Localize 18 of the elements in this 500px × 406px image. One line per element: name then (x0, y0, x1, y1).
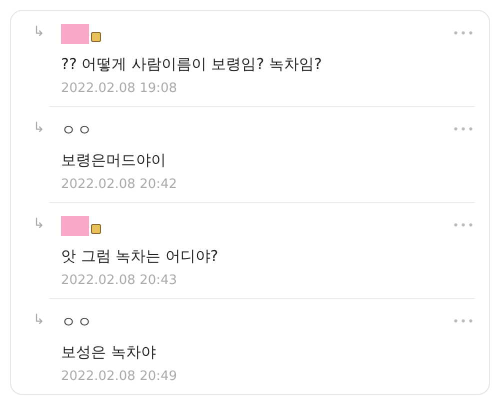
reply-arrow-icon: ↳ (33, 119, 45, 137)
reply-arrow-icon: ↳ (33, 311, 45, 329)
comment-text: ?? 어떻게 사람이름이 보령임? 녹차임? (60, 54, 323, 74)
reply-arrow-icon: ↳ (33, 215, 45, 233)
more-button[interactable]: ••• (452, 218, 475, 234)
author-name[interactable]: ㅇㅇ (61, 310, 93, 334)
timestamp: 2022.02.08 19:08 (60, 80, 178, 98)
timestamp: 2022.02.08 20:49 (60, 368, 178, 386)
author-name[interactable]: ㅇㅇ (61, 118, 93, 142)
more-button[interactable]: ••• (452, 314, 475, 330)
comment-text: 보성은 녹차야 (60, 342, 157, 362)
timestamp: 2022.02.08 20:42 (60, 176, 178, 194)
comment-text: 앗 그럼 녹차는 어디야? (60, 246, 220, 266)
reply-arrow-icon: ↳ (33, 23, 45, 41)
timestamp: 2022.02.08 20:43 (60, 272, 178, 290)
more-button[interactable]: ••• (452, 26, 475, 42)
more-button[interactable]: ••• (452, 122, 475, 138)
comment-text: 보령은머드야이 (60, 150, 167, 170)
